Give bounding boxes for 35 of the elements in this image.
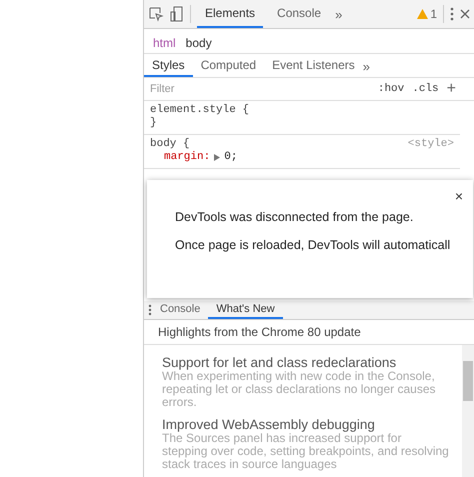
device-toggle-icon[interactable] [170,6,184,22]
styles-tab[interactable]: Computed [192,55,264,77]
panel-tab[interactable]: Console [269,0,330,28]
property-name: margin: [164,151,210,163]
dialog-message: Once page is reloaded, DevTools will automaticall [175,238,452,252]
rule-selector: element.style { [150,104,250,116]
feature-description: When experimenting with new code in the Console, repeating let or class declarations no longer causes errors. [162,370,436,409]
property-value: 0; [224,151,238,163]
new-rule-button[interactable]: + [446,80,456,98]
inspect-icon[interactable] [148,6,164,22]
dialog-message: DevTools was disconnected from the page. [175,210,414,224]
breadcrumb[interactable]: html [148,36,181,50]
close-button[interactable]: × [454,188,463,204]
cls-toggle[interactable]: .cls [412,83,439,95]
rule-selector: body { [150,138,190,150]
warning-counter[interactable]: 1 [417,7,437,21]
rule-brace: } [150,117,158,129]
expand-triangle-icon[interactable] [214,154,220,160]
styles-tab[interactable]: Styles [144,55,193,77]
feature-title[interactable]: Support for let and class redeclarations [162,355,450,370]
whats-new-header: Highlights from the Chrome 80 update [144,320,474,345]
feature-title[interactable]: Improved WebAssembly debugging [162,417,450,432]
feature-description: The Sources panel has increased support for stepping over code, setting breakpoints, and resolving stack traces in source languages [162,432,450,471]
drawer-tab[interactable]: What's New [208,301,283,319]
more-tabs-button[interactable]: » [335,6,342,22]
styles-tab[interactable]: Event Listeners [264,55,363,77]
scrollbar[interactable] [462,345,474,477]
warning-icon [417,9,428,19]
breadcrumb[interactable]: body [180,36,217,50]
menu-icon[interactable] [450,7,454,21]
panel-tab[interactable]: Elements [197,0,264,28]
close-icon[interactable] [460,9,470,19]
hov-toggle[interactable]: :hov [378,83,404,95]
more-tabs-button[interactable]: » [362,55,370,77]
drawer-tab[interactable]: Console [152,301,208,319]
